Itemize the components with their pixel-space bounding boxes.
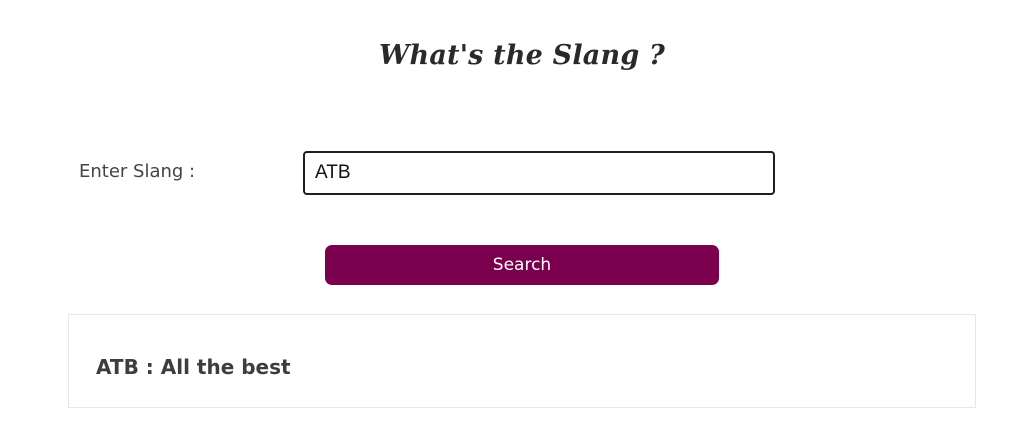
result-text: ATB : All the best (96, 355, 291, 379)
result-panel: ATB : All the best (68, 314, 976, 408)
slang-input[interactable] (303, 151, 775, 195)
page-title: What's the Slang ? (378, 40, 666, 71)
slang-input-label: Enter Slang : (79, 161, 196, 182)
search-button[interactable]: Search (325, 245, 719, 285)
